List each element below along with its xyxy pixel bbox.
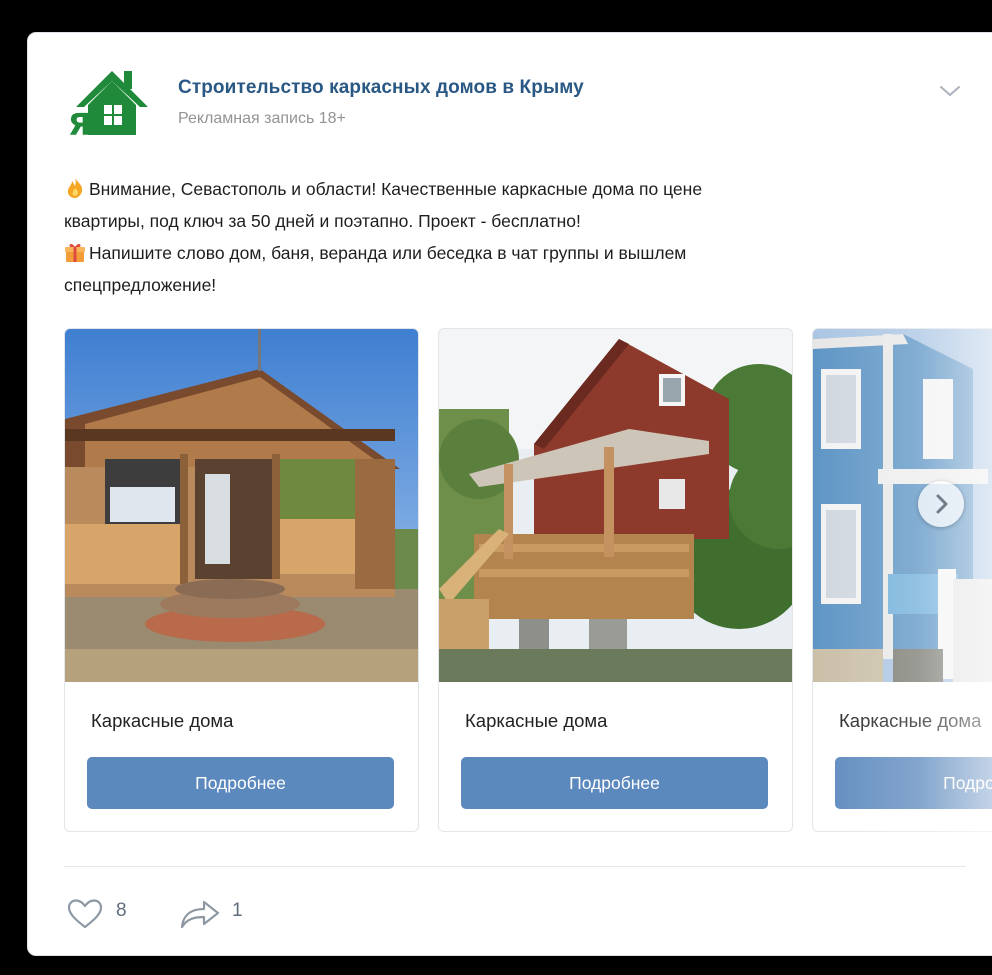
carousel-next-button[interactable] (918, 481, 964, 527)
carousel-item-title: Каркасные дома (839, 710, 982, 731)
carousel-item-title: Каркасные дома (91, 710, 234, 731)
share-count: 1 (232, 900, 243, 921)
post-text-line: Напишите слово дом, баня, веранда или бе… (64, 237, 944, 269)
carousel-photo[interactable] (65, 329, 418, 682)
ad-label: Рекламная запись 18+ (178, 110, 346, 127)
carousel-item-title: Каркасные дома (465, 710, 608, 731)
carousel-photo[interactable] (439, 329, 792, 682)
chevron-right-icon (936, 494, 948, 514)
carousel-photo[interactable] (813, 329, 992, 682)
gift-icon (64, 241, 86, 263)
post-text-line-2: квартиры, под ключ за 50 дней и поэтапно… (64, 211, 581, 231)
carousel-item[interactable]: Каркасные дома Подробнее (812, 328, 992, 832)
like-count: 8 (116, 900, 127, 921)
post-text: Внимание, Севастополь и области! Качеств… (64, 173, 944, 301)
post-text-line-4: спецпредложение! (64, 275, 217, 295)
more-details-button[interactable]: Подробнее (461, 757, 768, 809)
chevron-down-icon[interactable] (938, 83, 962, 99)
post-text-line-1: Внимание, Севастополь и области! Качеств… (89, 179, 703, 199)
carousel: Каркасные дома Подробнее Каркасные дома … (64, 328, 992, 833)
carousel-item[interactable]: Каркасные дома Подробнее (64, 328, 419, 832)
more-details-button[interactable]: Подробнее (87, 757, 394, 809)
share-icon[interactable] (178, 898, 222, 930)
group-avatar[interactable]: Я (68, 69, 148, 143)
footer-divider (64, 866, 966, 867)
post-text-line: Внимание, Севастополь и области! Качеств… (64, 173, 944, 205)
heart-icon[interactable] (66, 898, 104, 930)
carousel-item[interactable]: Каркасные дома Подробнее (438, 328, 793, 832)
post-card: Я Строительство каркасных домов в Крыму … (28, 33, 992, 955)
fire-icon (64, 177, 86, 199)
group-name-link[interactable]: Строительство каркасных домов в Крыму (178, 77, 584, 99)
more-details-button[interactable]: Подробнее (835, 757, 992, 809)
post-text-line-3: Напишите слово дом, баня, веранда или бе… (89, 243, 687, 263)
logo-letter: Я (68, 108, 91, 139)
